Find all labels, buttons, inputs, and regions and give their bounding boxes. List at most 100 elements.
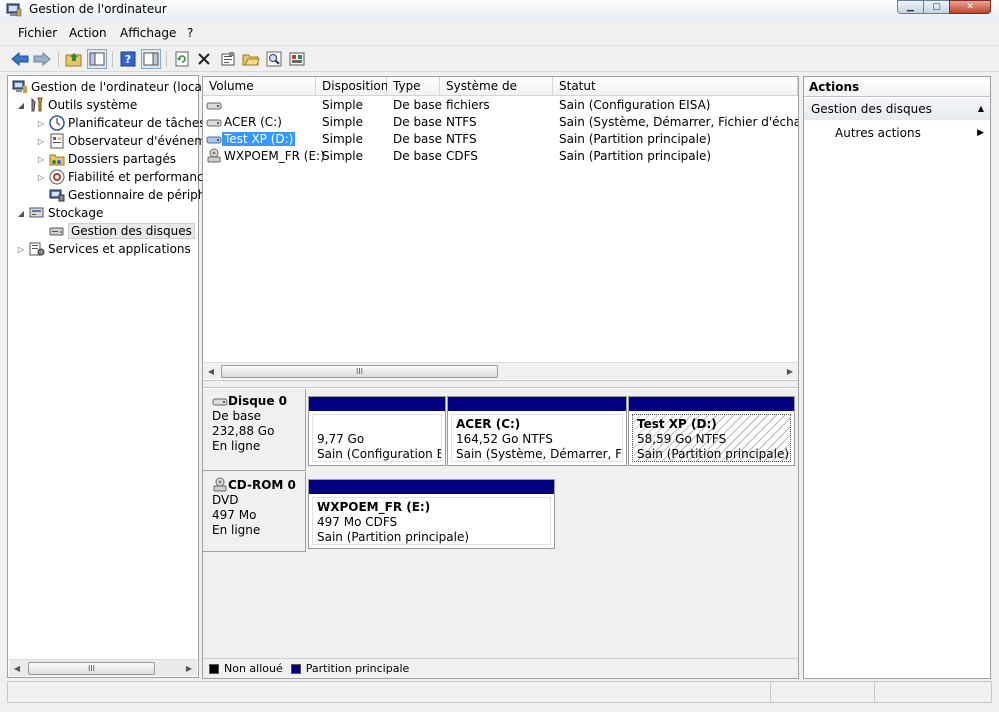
column-header-type[interactable]: Type [387, 77, 440, 96]
pane-splitter[interactable] [203, 380, 798, 388]
close-button[interactable]: ✕ [949, 0, 991, 14]
partition-block-selected[interactable]: Test XP (D:) 58,59 Go NTFS Sain (Partiti… [628, 396, 795, 466]
partition-block[interactable]: WXPOEM_FR (E:) 497 Mo CDFS Sain (Partiti… [308, 479, 555, 549]
disk-info[interactable]: CD-ROM 0 DVD 497 Mo En ligne [203, 472, 306, 552]
menu-bar: Fichier Action Affichage ? [0, 22, 999, 46]
tree-item-services-applications[interactable]: ▷ Services et applications [16, 240, 191, 258]
cell-disposition: Simple [322, 149, 363, 163]
drive-icon [206, 136, 222, 144]
delete-icon[interactable] [194, 49, 214, 69]
disk-name: CD-ROM 0 [228, 477, 296, 492]
back-arrow-icon[interactable] [10, 49, 30, 69]
partition-size: 9,77 Go [317, 432, 365, 446]
scroll-right-icon[interactable]: ▶ [181, 660, 197, 676]
device-manager-icon [49, 189, 65, 202]
actions-section-gestion-disques[interactable]: Gestion des disques ▲ [804, 98, 990, 120]
disk-state: En ligne [212, 439, 261, 453]
forward-arrow-icon[interactable] [32, 49, 52, 69]
tree-item-gestionnaire-peripheriques[interactable]: Gestionnaire de périphé [49, 186, 213, 204]
expand-icon[interactable]: ▷ [36, 119, 46, 128]
cell-volume: WXPOEM_FR (E:) [224, 149, 325, 163]
status-segment [770, 682, 771, 702]
up-folder-icon[interactable] [64, 49, 84, 69]
storage-icon [29, 207, 44, 218]
event-viewer-icon [50, 133, 64, 149]
disk-type: DVD [212, 493, 239, 507]
expand-icon[interactable]: ▷ [16, 245, 26, 254]
scrollbar-thumb[interactable]: III [221, 365, 498, 378]
expand-icon[interactable]: ▷ [36, 155, 46, 164]
disk-type: De base [212, 409, 262, 423]
scrollbar-thumb[interactable]: III [28, 662, 155, 675]
menu-help[interactable]: ? [187, 26, 193, 40]
cell-disposition: Simple [322, 132, 363, 146]
tree-horizontal-scrollbar[interactable]: ◀ III ▶ [9, 659, 197, 676]
scroll-right-icon[interactable]: ▶ [782, 363, 798, 379]
scroll-left-icon[interactable]: ◀ [9, 660, 25, 676]
cell-type: De base [393, 132, 443, 146]
partition-size: 497 Mo CDFS [317, 515, 398, 529]
tree-item-fiabilite[interactable]: ▷ Fiabilité et performance [36, 168, 211, 186]
tree-item-outils-systeme[interactable]: ◢ Outils système [16, 96, 137, 114]
scroll-left-icon[interactable]: ◀ [203, 363, 219, 379]
open-icon[interactable] [241, 49, 261, 69]
menu-affichage[interactable]: Affichage [120, 26, 176, 40]
column-header-disposition[interactable]: Disposition [316, 77, 388, 96]
partition-size: 58,59 Go NTFS [637, 432, 727, 446]
expand-icon[interactable]: ▷ [36, 137, 46, 146]
search-icon[interactable] [264, 49, 284, 69]
tree-item-dossiers-partages[interactable]: ▷ Dossiers partagés [36, 150, 176, 168]
wizard-icon[interactable] [287, 49, 307, 69]
cd-drive-icon [213, 477, 227, 492]
tree-label: Outils système [48, 98, 138, 112]
partition-block[interactable]: 9,77 Go Sain (Configuration EISA) [308, 396, 446, 466]
volume-list: Volume Disposition Type Système de fichi… [203, 77, 798, 379]
menu-action[interactable]: Action [69, 26, 107, 40]
properties-icon[interactable] [218, 49, 238, 69]
menu-fichier[interactable]: Fichier [18, 26, 57, 40]
list-horizontal-scrollbar[interactable]: ◀ III ▶ [203, 362, 798, 379]
column-header-statut[interactable]: Statut [553, 77, 798, 96]
disk-info[interactable]: Disque 0 De base 232,88 Go En ligne [203, 389, 306, 471]
column-header-filesystem[interactable]: Système de fichiers [440, 77, 553, 112]
tree-item-root[interactable]: Gestion de l'ordinateur (local) [12, 78, 210, 96]
minimize-button[interactable]: ▁ [897, 0, 924, 14]
expand-icon[interactable]: ▷ [36, 173, 46, 182]
collapse-icon[interactable]: ◢ [16, 101, 26, 110]
legend: Non alloué Partition principale [203, 658, 798, 678]
autres-actions-item[interactable]: Autres actions ▶ [804, 122, 990, 144]
tree-label: Planificateur de tâches [68, 116, 206, 130]
show-hide-action-pane-icon[interactable] [141, 49, 161, 69]
collapse-icon[interactable]: ◢ [16, 209, 26, 218]
tree-item-stockage[interactable]: ◢ Stockage [16, 204, 103, 222]
tree-label: Fiabilité et performance [68, 170, 211, 184]
cell-type: De base [393, 115, 443, 129]
refresh-icon[interactable] [172, 49, 192, 69]
maximize-button[interactable]: ▢ [923, 0, 950, 14]
window-title: Gestion de l'ordinateur [29, 2, 167, 16]
tree-item-gestion-disques[interactable]: Gestion des disques [49, 222, 195, 240]
partition-status: Sain (Partition principale) [317, 530, 470, 544]
tree-item-planificateur[interactable]: ▷ Planificateur de tâches [36, 114, 206, 132]
hard-disk-icon [212, 398, 228, 405]
cell-statut: Sain (Partition principale) [559, 149, 712, 163]
tree-label: Dossiers partagés [68, 152, 177, 166]
partition-block[interactable]: ACER (C:) 164,52 Go NTFS Sain (Système, … [447, 396, 627, 466]
cell-type: De base [393, 149, 443, 163]
collapse-up-icon[interactable]: ▲ [978, 98, 984, 120]
partition-name: ACER (C:) [456, 417, 521, 431]
partition-color-bar [629, 397, 794, 411]
tree-item-observateur[interactable]: ▷ Observateur d'événeme [36, 132, 213, 150]
title-bar[interactable]: Gestion de l'ordinateur ▁ ▢ ✕ [0, 0, 999, 20]
cell-type: De base [393, 98, 443, 112]
partition-color-bar [448, 397, 626, 411]
tree-label: Services et applications [48, 242, 191, 256]
status-bar [7, 681, 992, 703]
column-header-volume[interactable]: Volume [203, 77, 316, 96]
help-icon[interactable]: ? [118, 49, 138, 69]
cell-statut: Sain (Partition principale) [559, 132, 712, 146]
main-window: Gestion de l'ordinateur ▁ ▢ ✕ Fichier Ac… [0, 0, 999, 712]
tree-label: Stockage [48, 206, 104, 220]
show-hide-tree-icon[interactable] [87, 49, 107, 69]
disk-size: 497 Mo [212, 508, 257, 522]
